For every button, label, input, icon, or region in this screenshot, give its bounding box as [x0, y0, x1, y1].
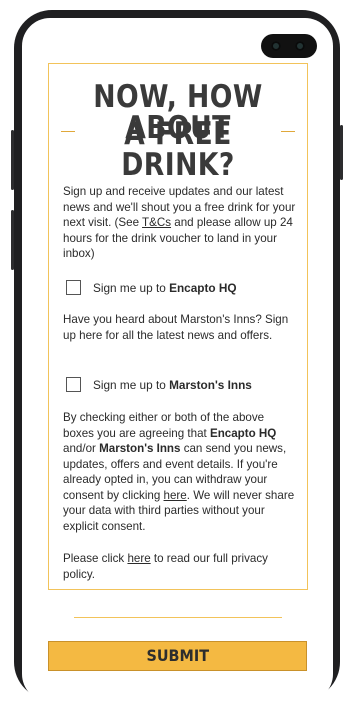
power-button: [340, 125, 343, 180]
submit-button-label: SUBMIT: [146, 646, 209, 665]
marstons-checkbox-label[interactable]: Sign me up to Marston's Inns: [93, 378, 252, 392]
checkbox-label-prefix: Sign me up to: [93, 280, 170, 295]
consent-brand: Encapto HQ: [209, 426, 277, 440]
intro-text: Sign up and receive updates and our late…: [63, 184, 297, 262]
marstons-checkbox[interactable]: [66, 377, 81, 392]
encapto-checkbox-row[interactable]: Sign me up to Encapto HQ: [66, 280, 237, 295]
camera-lens-icon: [295, 41, 305, 51]
headline-line2: A FREE DRINK?: [121, 116, 235, 183]
checkbox-label-prefix: Sign me up to: [93, 377, 170, 392]
privacy-text: Please click here to read our full priva…: [63, 551, 297, 582]
camera-lens-icon: [271, 41, 281, 51]
encapto-checkbox-label[interactable]: Sign me up to Encapto HQ: [93, 281, 237, 295]
volume-button: [11, 130, 14, 190]
front-camera: [261, 34, 317, 58]
tcs-link[interactable]: T&Cs: [142, 216, 171, 229]
volume-button: [11, 210, 14, 270]
marstons-text: Have you heard about Marston's Inns? Sig…: [63, 313, 289, 342]
consent-brand: Marston's Inns: [99, 442, 181, 455]
submit-button[interactable]: SUBMIT: [48, 641, 307, 671]
signup-card: NOW, HOW ABOUT A FREE DRINK? Sign up and…: [48, 63, 308, 590]
marstons-checkbox-row[interactable]: Sign me up to Marston's Inns: [66, 377, 252, 392]
consent-text: By checking either or both of the above …: [63, 410, 297, 534]
withdraw-consent-link[interactable]: here: [164, 489, 187, 502]
privacy-policy-link[interactable]: here: [127, 552, 150, 565]
encapto-checkbox[interactable]: [66, 280, 81, 295]
phone-screen: NOW, HOW ABOUT A FREE DRINK? Sign up and…: [22, 18, 333, 702]
checkbox-label-brand: Marston's Inns: [169, 377, 252, 392]
privacy-text-part: Please click: [63, 552, 128, 565]
section-divider: [74, 617, 282, 618]
headline-rule-right: [281, 131, 295, 132]
consent-text-part: and/or: [63, 442, 100, 455]
checkbox-label-brand: Encapto HQ: [169, 280, 237, 295]
